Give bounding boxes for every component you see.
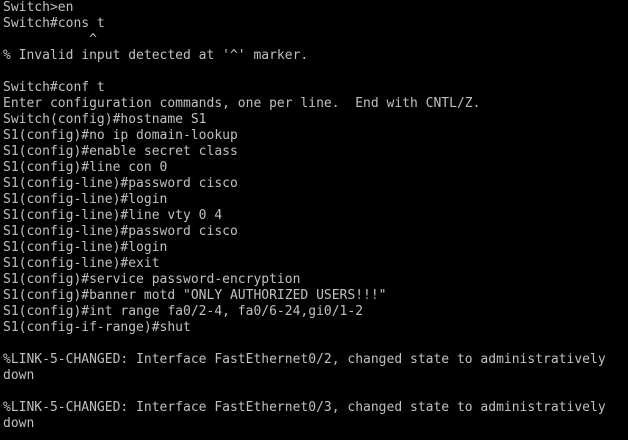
- terminal-line: S1(config-line)#login: [3, 192, 168, 207]
- terminal-line: down: [3, 416, 35, 431]
- terminal-line: S1(config-line)#password cisco: [3, 224, 238, 239]
- terminal-line: S1(config-line)#password cisco: [3, 176, 238, 191]
- terminal-line: S1(config)#enable secret class: [3, 144, 238, 159]
- terminal-line: S1(config)#no ip domain-lookup: [3, 128, 238, 143]
- terminal-line: %LINK-5-CHANGED: Interface FastEthernet0…: [3, 352, 606, 367]
- terminal-line: down: [3, 368, 35, 383]
- terminal-line: S1(config-line)#login: [3, 240, 168, 255]
- terminal-line: S1(config-line)#exit: [3, 256, 160, 271]
- terminal-line: S1(config-line)#line vty 0 4: [3, 208, 223, 223]
- terminal-line: Switch(config)#hostname S1: [3, 112, 207, 127]
- terminal-line: S1(config)#line con 0: [3, 160, 168, 175]
- terminal-line: Switch#cons t: [3, 16, 105, 31]
- terminal-output[interactable]: Switch>en Switch#cons t ^ % Invalid inpu…: [0, 0, 628, 440]
- terminal-line: S1(config)#service password-encryption: [3, 272, 301, 287]
- terminal-line: Enter configuration commands, one per li…: [3, 96, 481, 111]
- terminal-line: S1(config)#banner motd "ONLY AUTHORIZED …: [3, 288, 387, 303]
- terminal-line: Switch#conf t: [3, 80, 105, 95]
- terminal-line: Switch>en: [3, 0, 74, 15]
- terminal-line: % Invalid input detected at '^' marker.: [3, 48, 309, 63]
- terminal-line: %LINK-5-CHANGED: Interface FastEthernet0…: [3, 400, 606, 415]
- terminal-line: ^: [3, 32, 97, 47]
- terminal-line: S1(config-if-range)#shut: [3, 320, 191, 335]
- terminal-line: S1(config)#int range fa0/2-4, fa0/6-24,g…: [3, 304, 364, 319]
